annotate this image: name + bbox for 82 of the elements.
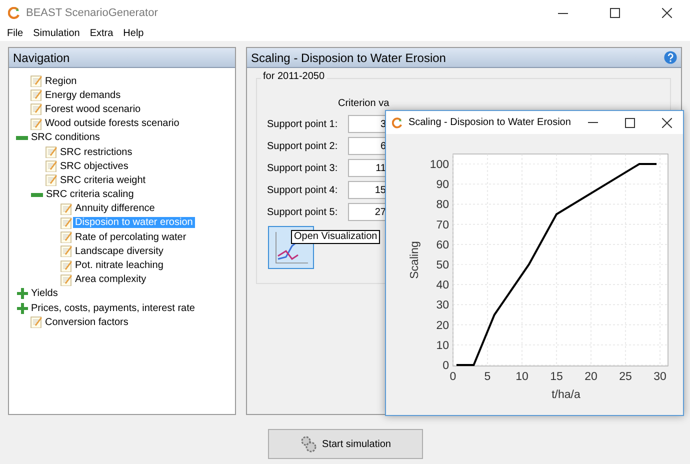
menu-item[interactable]: Extra [90, 28, 114, 39]
tree-item[interactable]: SRC restrictions [58, 146, 134, 158]
panel-title: Scaling - Disposion to Water Erosion [251, 50, 447, 64]
tree-item[interactable]: Energy demands [43, 90, 123, 101]
expand-icon[interactable] [15, 302, 29, 314]
document-icon [29, 316, 43, 328]
expand-icon[interactable] [15, 288, 29, 300]
tick-label: 15 [550, 371, 563, 383]
tree-item[interactable]: Yields [29, 288, 60, 300]
tick-label: 60 [436, 239, 449, 252]
tree-item[interactable]: SRC criteria scaling [44, 189, 136, 200]
maximize-icon[interactable] [624, 118, 635, 128]
document-icon [59, 260, 73, 272]
document-icon [59, 245, 73, 258]
document-icon [59, 216, 73, 229]
input-field[interactable]: 27 [348, 203, 388, 221]
field-label: Support point 4: [267, 184, 339, 196]
tree-item[interactable]: SRC objectives [58, 160, 130, 172]
tree-item[interactable]: Annuity difference [73, 203, 157, 214]
tick-label: 100 [430, 159, 449, 171]
tick-label: 25 [619, 371, 632, 383]
menu-item[interactable]: Simulation [33, 28, 80, 39]
close-icon[interactable] [662, 118, 672, 128]
field-label: Support point 3: [267, 162, 339, 174]
minimize-icon[interactable] [558, 12, 568, 14]
tick-label: 0 [450, 371, 456, 383]
tick-label: 70 [436, 219, 449, 232]
field-label: Support point 5: [267, 206, 339, 218]
group-title: for 2011-2050 [261, 71, 327, 82]
document-icon [44, 146, 58, 158]
app-icon [8, 7, 20, 19]
tick-label: 30 [654, 371, 666, 383]
tick-label: 20 [436, 320, 449, 332]
axis-label: t/ha/a [552, 389, 580, 401]
start-simulation-button[interactable]: Start simulation [268, 429, 423, 459]
window-title: BEAST ScenarioGenerator [26, 7, 159, 19]
axis-label: Scaling [409, 241, 421, 279]
tree-item[interactable]: SRC criteria weight [58, 174, 148, 186]
tree-item[interactable]: Forest wood scenario [43, 104, 143, 115]
tree-item[interactable]: Wood outside forests scenario [43, 118, 182, 130]
tree-item[interactable]: Rate of percolating water [73, 232, 188, 243]
field-label: Support point 2: [267, 140, 339, 152]
tree-item[interactable]: Conversion factors [43, 316, 130, 328]
close-icon[interactable] [662, 8, 672, 18]
document-icon [59, 274, 73, 286]
tree-item[interactable]: Area complexity [73, 274, 148, 286]
menu-item[interactable]: Help [123, 28, 144, 39]
tree-item[interactable]: Pot. nitrate leaching [73, 260, 166, 272]
document-icon [59, 231, 73, 244]
column-header: Criterion va [338, 98, 390, 109]
document-icon [29, 118, 43, 130]
document-icon [29, 75, 43, 88]
document-icon [29, 103, 43, 116]
tree-item[interactable]: Region [43, 76, 79, 87]
maximize-icon[interactable] [610, 8, 620, 18]
tick-label: 5 [484, 371, 491, 383]
tick-label: 10 [436, 340, 449, 352]
document-icon [44, 174, 58, 186]
app-icon [392, 116, 402, 128]
tick-label: 40 [436, 280, 449, 292]
panel-title: Navigation [13, 50, 70, 64]
window-title: Scaling - Disposion to Water Erosion [408, 117, 571, 128]
tree-item[interactable]: SRC conditions [29, 132, 102, 144]
tick-label: 10 [516, 371, 528, 383]
tick-label: 90 [436, 179, 449, 192]
input-field[interactable]: 11 [348, 159, 388, 177]
help-icon[interactable] [664, 51, 677, 64]
minimize-icon[interactable] [588, 122, 598, 123]
document-icon [44, 160, 58, 172]
tick-label: 20 [584, 371, 598, 383]
document-icon [29, 89, 43, 102]
tooltip: Open Visualization [291, 230, 380, 244]
tick-label: 80 [436, 199, 449, 212]
tick-label: 50 [436, 260, 449, 272]
tree-item[interactable]: Landscape diversity [73, 246, 166, 257]
menu-item[interactable]: File [7, 28, 24, 39]
document-icon [59, 202, 73, 215]
gears-icon [300, 435, 318, 453]
tick-label: 30 [436, 300, 449, 312]
tick-label: 0 [442, 360, 449, 372]
field-label: Support point 1: [267, 118, 339, 130]
tree-item[interactable]: Prices, costs, payments, interest rate [29, 302, 197, 314]
